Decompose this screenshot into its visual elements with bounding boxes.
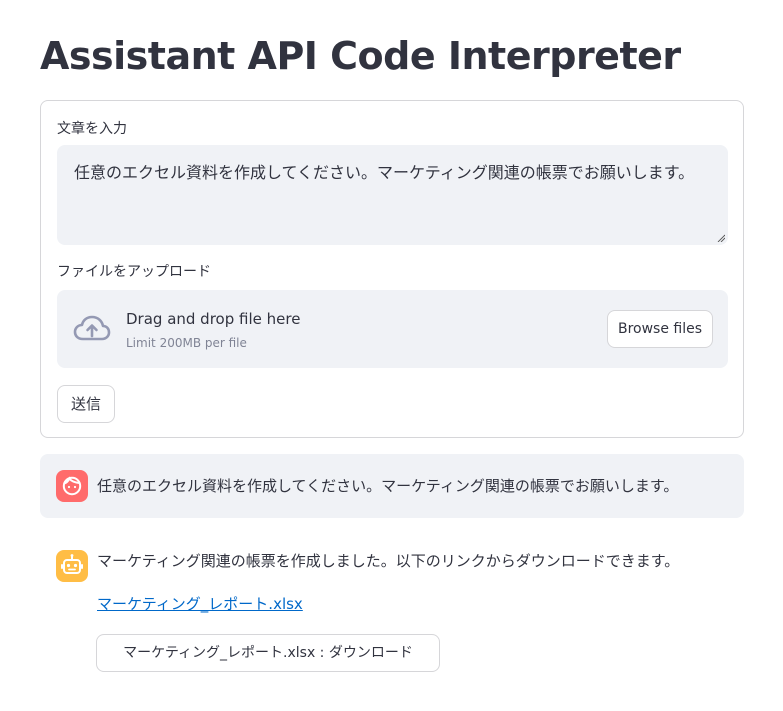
resize-handle-icon[interactable] (717, 234, 725, 242)
download-xlsx-button[interactable]: マーケティング_レポート.xlsx : ダウンロード (96, 634, 440, 672)
text-input-area[interactable]: 任意のエクセル資料を作成してください。マーケティング関連の帳票でお願いします。 (57, 145, 728, 245)
dropzone-size-limit: Limit 200MB per file (126, 336, 247, 350)
xlsx-file-link[interactable]: マーケティング_レポート.xlsx (97, 593, 303, 615)
file-dropzone[interactable]: Drag and drop file here Limit 200MB per … (57, 290, 728, 368)
input-form: 文章を入力 任意のエクセル資料を作成してください。マーケティング関連の帳票でお願… (40, 100, 744, 438)
dropzone-instructions: Drag and drop file here (126, 310, 301, 328)
user-message-text: 任意のエクセル資料を作成してください。マーケティング関連の帳票でお願いします。 (97, 477, 679, 495)
text-input-label: 文章を入力 (57, 121, 127, 137)
page-title: Assistant API Code Interpreter (40, 34, 681, 78)
chat-message-assistant: マーケティング関連の帳票を作成しました。以下のリンクからダウンロードできます。 … (40, 534, 744, 684)
chat-message-user: 任意のエクセル資料を作成してください。マーケティング関連の帳票でお願いします。 (40, 454, 744, 518)
app-page: Assistant API Code Interpreter 文章を入力 任意の… (0, 0, 783, 711)
text-input-value: 任意のエクセル資料を作成してください。マーケティング関連の帳票でお願いします。 (74, 163, 695, 182)
assistant-message-text: マーケティング関連の帳票を作成しました。以下のリンクからダウンロードできます。 (97, 552, 680, 570)
robot-avatar-icon (56, 550, 88, 582)
submit-button[interactable]: 送信 (57, 385, 115, 423)
file-upload-label: ファイルをアップロード (57, 264, 211, 280)
cloud-upload-icon (73, 315, 111, 341)
user-avatar-icon (56, 470, 88, 502)
browse-files-button[interactable]: Browse files (607, 310, 713, 348)
